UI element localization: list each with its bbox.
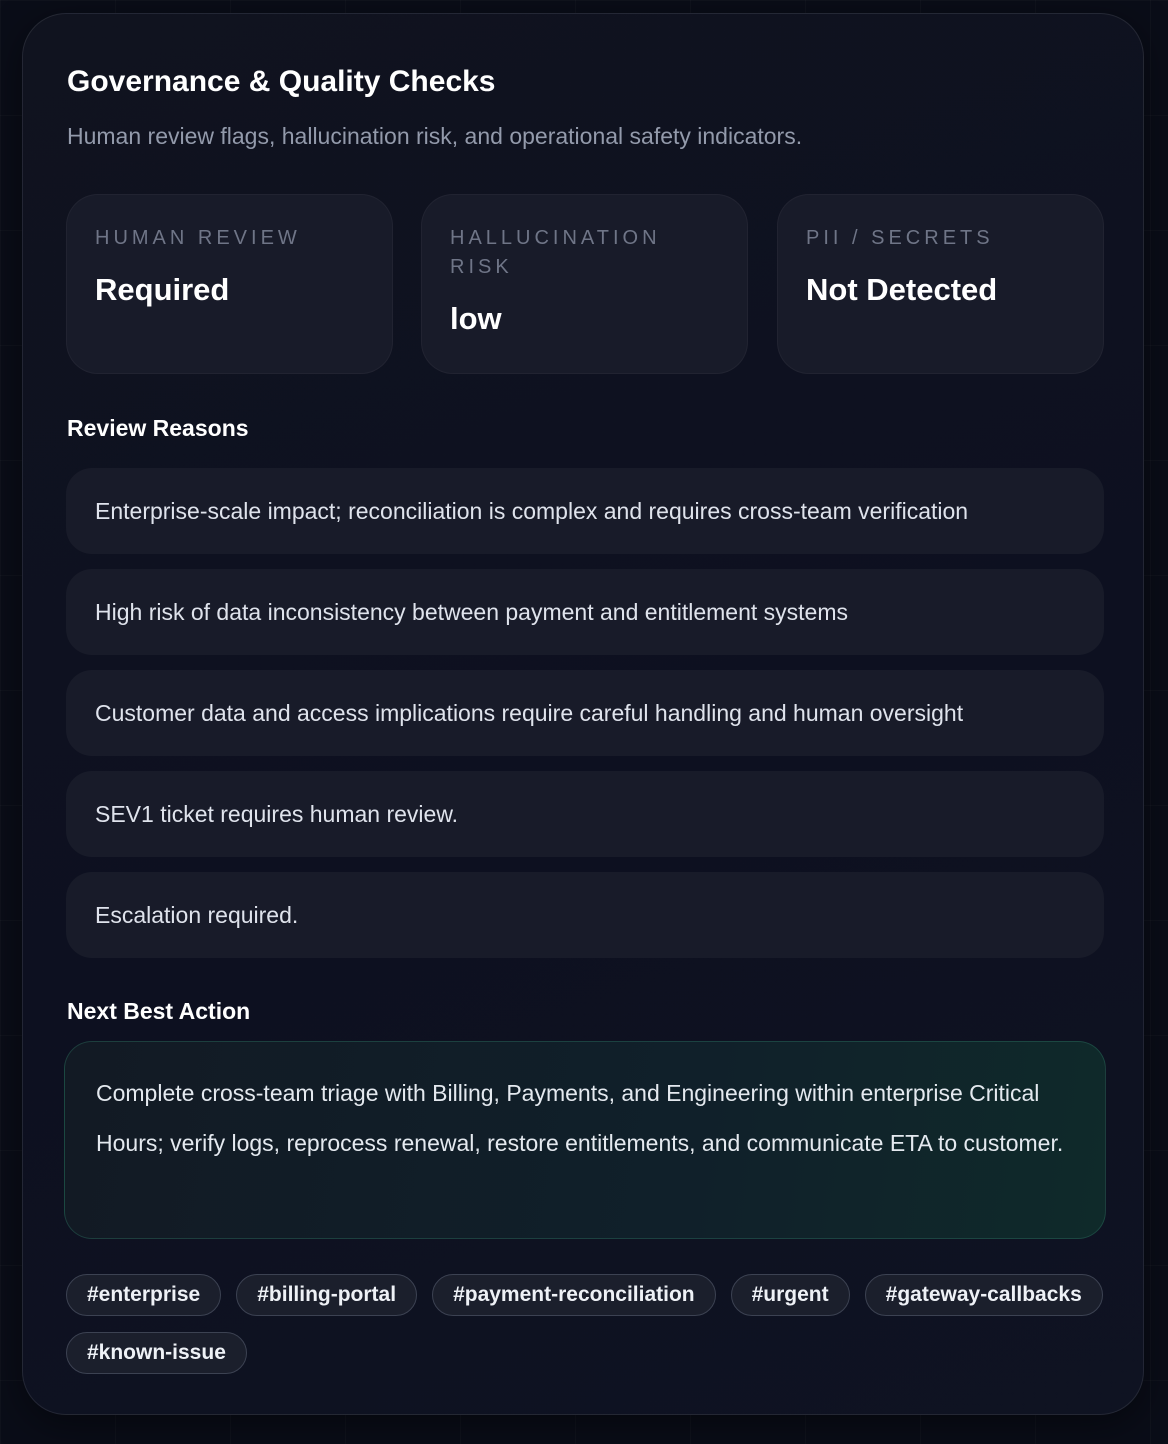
- review-reasons-list: Enterprise-scale impact; reconciliation …: [66, 468, 1104, 973]
- tag-chip[interactable]: #gateway-callbacks: [864, 1274, 1103, 1316]
- hallucination-risk-label: HALLUCINATION RISK: [450, 227, 661, 278]
- review-reason-item: Escalation required.: [66, 872, 1104, 958]
- review-reason-item: Enterprise-scale impact; reconciliation …: [66, 468, 1104, 554]
- tag-chip[interactable]: #known-issue: [66, 1332, 247, 1374]
- review-reason-item: High risk of data inconsistency between …: [66, 569, 1104, 655]
- human-review-card: HUMAN REVIEW Required: [66, 194, 393, 374]
- pii-secrets-card: PII / SECRETS Not Detected: [777, 194, 1104, 374]
- tag-chip[interactable]: #payment-reconciliation: [432, 1274, 716, 1316]
- tag-chip[interactable]: #enterprise: [66, 1274, 222, 1316]
- panel-title: Governance & Quality Checks: [67, 65, 496, 98]
- review-reason-item: Customer data and access implications re…: [66, 670, 1104, 756]
- hallucination-risk-card: HALLUCINATION RISK low: [421, 194, 748, 374]
- review-reason-item: SEV1 ticket requires human review.: [66, 771, 1104, 857]
- pii-secrets-value: Not Detected: [806, 272, 998, 307]
- panel-subtitle: Human review flags, hallucination risk, …: [67, 123, 803, 149]
- next-best-action-box: Complete cross-team triage with Billing,…: [64, 1041, 1106, 1239]
- tag-chip[interactable]: #billing-portal: [236, 1274, 418, 1316]
- tag-chip[interactable]: #urgent: [730, 1274, 850, 1316]
- human-review-value: Required: [95, 272, 230, 307]
- governance-panel: Governance & Quality Checks Human review…: [22, 13, 1144, 1415]
- next-best-action-heading: Next Best Action: [67, 998, 251, 1024]
- hallucination-risk-value: low: [450, 301, 502, 336]
- tag-list: #enterprise #billing-portal #payment-rec…: [66, 1274, 1106, 1374]
- next-best-action-text: Complete cross-team triage with Billing,…: [96, 1080, 1064, 1156]
- review-reasons-heading: Review Reasons: [67, 415, 249, 441]
- pii-secrets-label: PII / SECRETS: [806, 227, 994, 249]
- human-review-label: HUMAN REVIEW: [95, 227, 301, 249]
